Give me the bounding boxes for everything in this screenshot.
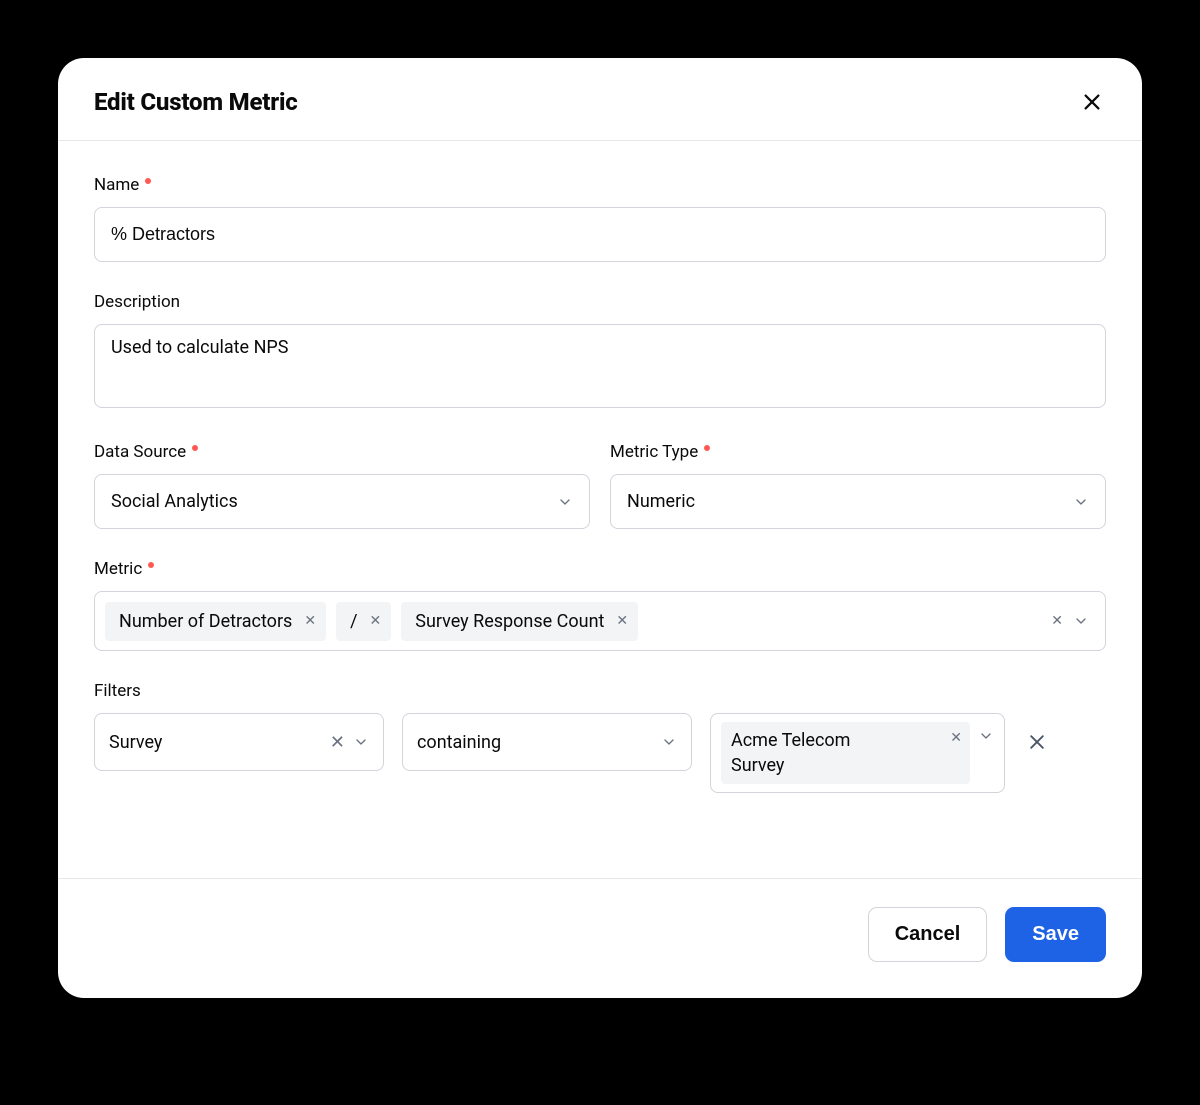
- clear-icon[interactable]: ✕: [330, 732, 345, 753]
- filter-field-select[interactable]: Survey ✕: [94, 713, 384, 771]
- remove-token-icon[interactable]: ✕: [616, 613, 628, 629]
- name-label: Name: [94, 175, 1106, 195]
- metric-label-text: Metric: [94, 559, 142, 579]
- cancel-button[interactable]: Cancel: [868, 907, 988, 962]
- data-source-select[interactable]: Social Analytics: [94, 474, 590, 529]
- chevron-down-icon: [557, 494, 573, 510]
- metric-token[interactable]: Number of Detractors ✕: [105, 602, 326, 641]
- required-indicator: [148, 562, 154, 568]
- metric-field: Metric Number of Detractors ✕ / ✕ Survey…: [94, 559, 1106, 651]
- data-source-label-text: Data Source: [94, 442, 186, 462]
- dialog-title: Edit Custom Metric: [94, 88, 298, 116]
- chevron-down-icon[interactable]: [978, 722, 994, 744]
- description-label: Description: [94, 292, 1106, 312]
- metric-type-select[interactable]: Numeric: [610, 474, 1106, 529]
- chevron-down-icon: [353, 734, 369, 750]
- data-source-label: Data Source: [94, 442, 590, 462]
- name-label-text: Name: [94, 175, 139, 195]
- close-button[interactable]: [1078, 88, 1106, 116]
- metric-type-field: Metric Type Numeric: [610, 442, 1106, 529]
- save-button[interactable]: Save: [1005, 907, 1106, 962]
- filter-value-select[interactable]: Acme Telecom Survey ✕: [710, 713, 1005, 793]
- required-indicator: [192, 445, 198, 451]
- source-type-row: Data Source Social Analytics Metric Type: [94, 442, 1106, 529]
- remove-token-icon[interactable]: ✕: [304, 613, 316, 629]
- modal-backdrop: Edit Custom Metric Name Description Used…: [0, 0, 1200, 1105]
- remove-filter-row-button[interactable]: [1023, 713, 1051, 771]
- filter-operator-select[interactable]: containing: [402, 713, 692, 771]
- remove-chip-icon[interactable]: ✕: [950, 730, 962, 746]
- dialog-header: Edit Custom Metric: [58, 58, 1142, 141]
- dialog-footer: Cancel Save: [58, 878, 1142, 998]
- edit-custom-metric-dialog: Edit Custom Metric Name Description Used…: [58, 58, 1142, 998]
- description-label-text: Description: [94, 292, 180, 312]
- metric-token-label: Number of Detractors: [119, 611, 292, 632]
- filter-operator-value: containing: [417, 732, 501, 753]
- metric-type-label: Metric Type: [610, 442, 1106, 462]
- metric-token-label: /: [350, 611, 357, 632]
- metric-tail-controls: ✕: [1051, 613, 1095, 629]
- clear-all-icon[interactable]: ✕: [1051, 613, 1063, 629]
- chevron-down-icon[interactable]: [1073, 613, 1089, 629]
- dialog-body: Name Description Used to calculate NPS D…: [58, 141, 1142, 878]
- required-indicator: [145, 178, 151, 184]
- filter-value-chip[interactable]: Acme Telecom Survey ✕: [721, 722, 970, 784]
- required-indicator: [704, 445, 710, 451]
- data-source-field: Data Source Social Analytics: [94, 442, 590, 529]
- filter-field-value: Survey: [109, 732, 162, 753]
- metric-type-label-text: Metric Type: [610, 442, 698, 462]
- metric-expression-input[interactable]: Number of Detractors ✕ / ✕ Survey Respon…: [94, 591, 1106, 651]
- metric-token[interactable]: Survey Response Count ✕: [401, 602, 638, 641]
- metric-token[interactable]: / ✕: [336, 602, 391, 641]
- description-input[interactable]: Used to calculate NPS: [94, 324, 1106, 408]
- filter-value-line: Survey: [731, 755, 960, 776]
- filters-label: Filters: [94, 681, 1106, 701]
- description-field: Description Used to calculate NPS: [94, 292, 1106, 412]
- filters-label-text: Filters: [94, 681, 141, 701]
- close-icon: [1027, 732, 1047, 752]
- chevron-down-icon: [661, 734, 677, 750]
- chevron-down-icon: [1073, 494, 1089, 510]
- metric-token-label: Survey Response Count: [415, 611, 604, 632]
- name-field: Name: [94, 175, 1106, 262]
- metric-type-value: Numeric: [627, 491, 695, 512]
- data-source-value: Social Analytics: [111, 491, 238, 512]
- name-input[interactable]: [94, 207, 1106, 262]
- remove-token-icon[interactable]: ✕: [370, 613, 382, 629]
- metric-label: Metric: [94, 559, 1106, 579]
- close-icon: [1081, 91, 1103, 113]
- filter-value-line: Acme Telecom: [731, 730, 960, 751]
- filters-field: Filters Survey ✕ containing: [94, 681, 1106, 793]
- filter-row: Survey ✕ containing: [94, 713, 1106, 793]
